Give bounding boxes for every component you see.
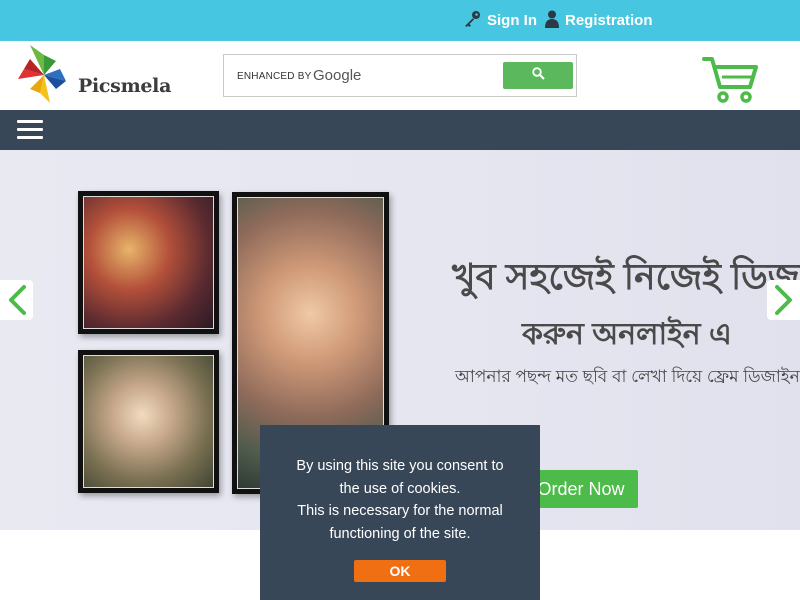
cookie-consent-dialog: By using this site you consent to the us… <box>260 425 540 600</box>
chevron-right-icon <box>774 285 792 315</box>
hamburger-menu-icon[interactable] <box>17 120 43 140</box>
cookie-text-line2: the use of cookies. <box>339 480 461 497</box>
pinwheel-logo-icon <box>18 45 66 103</box>
cookie-text-line1: By using this site you consent to <box>296 458 504 474</box>
search-icon <box>531 66 545 85</box>
order-now-button[interactable]: Order Now <box>524 470 638 508</box>
slider-prev-button[interactable] <box>0 280 33 320</box>
shopping-cart-icon <box>702 57 758 103</box>
site-header: Picsmela ENHANCED BY Google <box>0 41 800 110</box>
nav-bar <box>0 110 800 150</box>
key-icon <box>463 10 487 32</box>
logo-text: Picsmela <box>78 75 172 97</box>
cookie-text-line4: functioning of the site. <box>329 525 471 542</box>
hero-subline: আপনার পছন্দ মত ছবি বা লেখা দিয়ে ফ্রেম ড… <box>455 367 800 386</box>
hero-headline-line1: খুব সহজেই নিজেই ডিজাইন <box>452 256 800 297</box>
search-button[interactable] <box>503 62 573 89</box>
cookie-ok-button[interactable]: OK <box>354 560 446 582</box>
picsmela-logo[interactable]: Picsmela <box>16 45 171 105</box>
slider-next-button[interactable] <box>767 280 800 320</box>
shopping-cart-button[interactable] <box>702 55 758 105</box>
google-label: Google <box>313 67 362 84</box>
wedding-photo-frame <box>78 191 219 334</box>
sign-in-link[interactable]: Sign In <box>463 0 537 41</box>
enhanced-by-label: ENHANCED BY <box>237 71 312 82</box>
sign-in-label: Sign In <box>487 12 537 29</box>
hero-headline-line2: করুন অনলাইন এ <box>522 318 732 351</box>
family-photo-frame <box>78 350 219 493</box>
top-bar: Sign In Registration <box>0 0 800 41</box>
registration-link[interactable]: Registration <box>545 0 653 41</box>
google-search-box[interactable]: ENHANCED BY Google <box>223 54 577 97</box>
user-icon <box>545 10 565 32</box>
registration-label: Registration <box>565 12 653 29</box>
cookie-text-line3: This is necessary for the normal <box>297 503 503 519</box>
chevron-left-icon <box>8 285 26 315</box>
